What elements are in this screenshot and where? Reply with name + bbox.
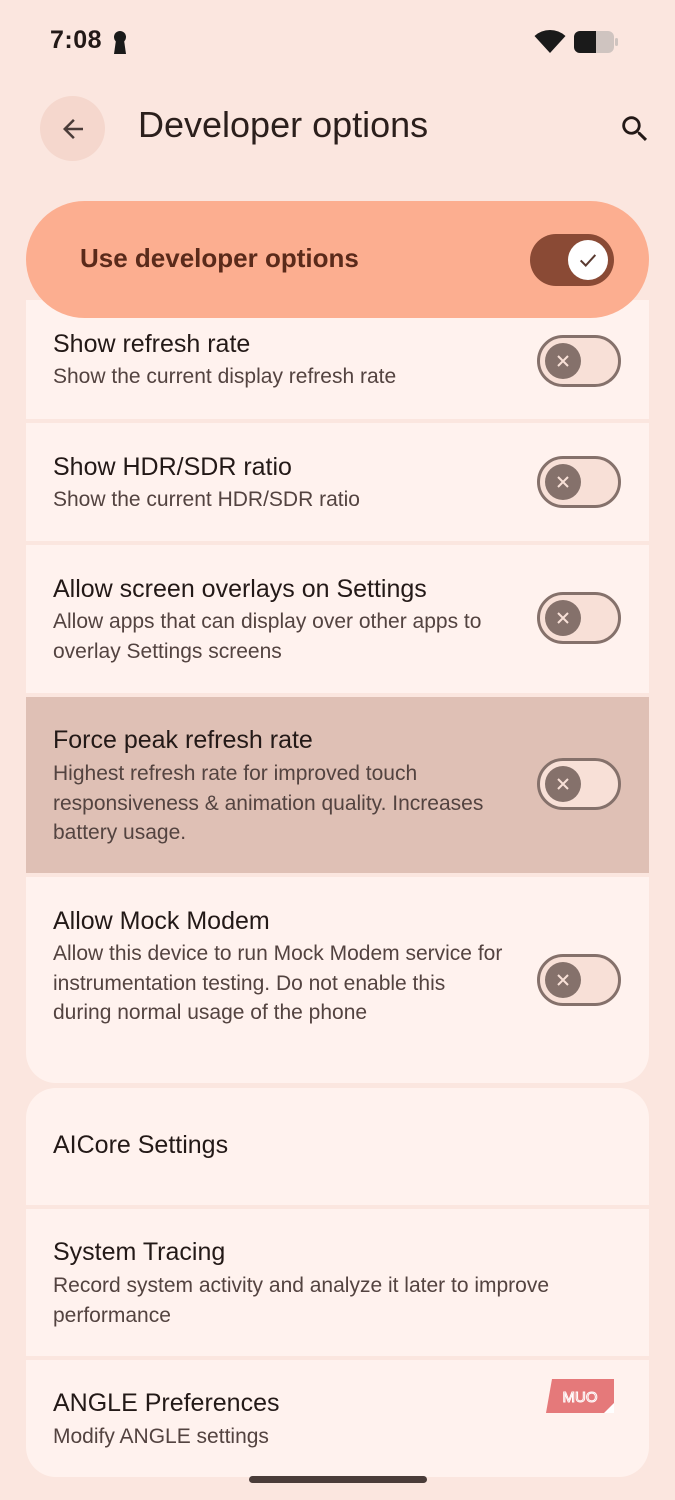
close-icon	[557, 476, 569, 488]
setting-force-peak-refresh-rate[interactable]: Force peak refresh rate Highest refresh …	[26, 697, 649, 873]
switch-knob	[545, 766, 581, 802]
arrow-back-icon	[62, 118, 83, 139]
setting-title: ANGLE Preferences	[53, 1389, 280, 1417]
setting-summary: Modify ANGLE settings	[53, 1425, 269, 1448]
link-aicore-settings[interactable]: AICore Settings	[26, 1088, 649, 1205]
setting-summary: Highest refresh rate for improved touch …	[53, 762, 484, 844]
back-button[interactable]	[40, 96, 105, 161]
close-icon	[557, 612, 569, 624]
setting-summary: Show the current display refresh rate	[53, 365, 397, 388]
home-indicator[interactable]	[249, 1476, 427, 1483]
battery-icon	[574, 31, 618, 53]
svg-text:MUO: MUO	[563, 1389, 598, 1406]
use-developer-options-toggle[interactable]: Use developer options	[26, 201, 649, 318]
search-icon	[622, 116, 648, 142]
switch-knob	[545, 962, 581, 998]
close-icon	[557, 778, 569, 790]
show-refresh-rate-switch[interactable]	[537, 335, 621, 387]
muo-watermark-logo: MUO	[546, 1379, 614, 1413]
close-icon	[557, 355, 569, 367]
page-title: Developer options	[138, 104, 429, 145]
link-system-tracing[interactable]: System Tracing Record system activity an…	[26, 1209, 649, 1356]
allow-screen-overlays-switch[interactable]	[537, 592, 621, 644]
master-switch[interactable]	[530, 234, 614, 286]
setting-title: System Tracing	[53, 1238, 226, 1266]
setting-summary: Show the current HDR/SDR ratio	[53, 488, 360, 511]
link-angle-preferences[interactable]: ANGLE Preferences Modify ANGLE settings …	[26, 1360, 649, 1477]
setting-summary: Allow apps that can display over other a…	[53, 610, 482, 663]
show-hdr-sdr-ratio-switch[interactable]	[537, 456, 621, 508]
wifi-icon	[534, 29, 566, 53]
setting-allow-screen-overlays[interactable]: Allow screen overlays on Settings Allow …	[26, 545, 649, 693]
master-toggle-label: Use developer options	[80, 243, 359, 273]
switch-knob	[545, 464, 581, 500]
status-bar: 7:08	[0, 0, 675, 80]
setting-summary: Allow this device to run Mock Modem serv…	[53, 942, 503, 1024]
switch-knob	[545, 343, 581, 379]
search-button[interactable]	[612, 106, 658, 152]
setting-allow-mock-modem[interactable]: Allow Mock Modem Allow this device to ru…	[26, 877, 649, 1083]
setting-summary: Record system activity and analyze it la…	[53, 1274, 550, 1327]
setting-title: Allow screen overlays on Settings	[53, 575, 427, 603]
setting-title: Allow Mock Modem	[53, 907, 270, 935]
check-icon	[579, 254, 597, 267]
keyhole-icon	[114, 31, 126, 54]
setting-show-hdr-sdr-ratio[interactable]: Show HDR/SDR ratio Show the current HDR/…	[26, 423, 649, 541]
allow-mock-modem-switch[interactable]	[537, 954, 621, 1006]
switch-knob	[545, 600, 581, 636]
setting-title: Show refresh rate	[53, 330, 251, 358]
setting-title: AICore Settings	[53, 1131, 229, 1159]
force-peak-refresh-rate-switch[interactable]	[537, 758, 621, 810]
status-time: 7:08	[50, 26, 103, 54]
setting-title: Force peak refresh rate	[53, 726, 313, 754]
switch-knob	[568, 240, 608, 280]
setting-title: Show HDR/SDR ratio	[53, 453, 292, 481]
close-icon	[557, 974, 569, 986]
